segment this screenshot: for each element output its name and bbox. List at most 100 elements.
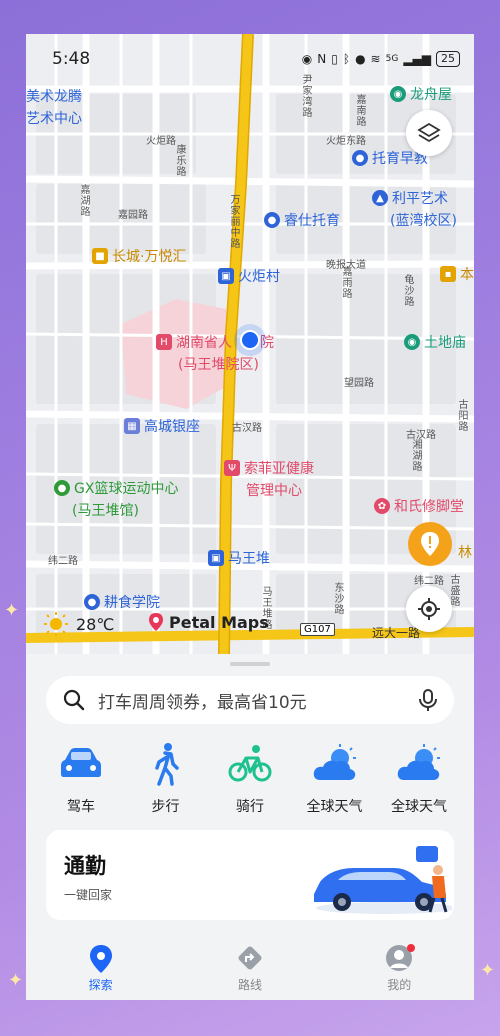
poi-hospital-sub[interactable]: (马王堆院区) [178,354,259,374]
poi-ruishi[interactable]: ● 睿仕托育 [264,210,340,230]
poi-label[interactable]: 艺术中心 [26,108,82,128]
poi-mawangdui[interactable]: ▣ 马王堆 [208,548,270,568]
bus-stop-icon: ▣ [218,268,234,284]
road-label: 嘉湖路 [78,184,89,217]
poi-longzhouwu[interactable]: ◉ 龙舟屋 [390,84,452,104]
poi-ben[interactable]: ▪ 本 [440,264,474,284]
profile-icon [385,944,416,974]
poi-heshi[interactable]: ✿ 和氏修脚堂 [374,496,464,516]
tab-route[interactable]: 路线 [210,944,290,1000]
layers-icon [417,122,441,143]
highway-shield: G107 [300,623,335,636]
poi-tudimiao[interactable]: ◉ 土地庙 [404,332,466,352]
petal-maps-logo-icon [149,613,163,631]
phone-screen: 火炬路 火炬东路 嘉园路 晚报大道 万家丽中路 康乐路 尹家湾路 嘉南路 嘉雨路… [26,34,474,1000]
quick-action-walk[interactable]: 步行 [125,740,207,816]
alert-pin-icon [421,532,439,556]
shopping-bag-icon: ■ [92,248,108,264]
camera-icon: ◉ [404,334,420,350]
signal-icon: ▂▄▆ [403,52,431,66]
brand-name: Petal Maps [169,612,269,632]
road-label: 纬二路 [414,576,444,587]
quick-actions: 驾车 步行 骑行 全球天气 全球天气 [40,740,460,816]
sports-icon: ● [54,480,70,496]
sparkle-decoration-icon: ✦ [8,970,24,991]
commute-card[interactable]: 通勤 一键回家 [46,830,454,920]
poi-liping[interactable]: ▲ 利平艺术 [372,188,448,208]
poi-gengshi[interactable]: ● 耕食学院 [84,592,160,612]
tab-label: 路线 [237,978,262,992]
route-icon [238,946,262,970]
tab-label: 我的 [387,978,412,992]
poi-hospital[interactable]: H 湖南省人 [156,332,232,352]
person-icon: ● [352,150,368,166]
sheet-drag-handle[interactable] [230,662,270,666]
road-label: 东沙路 [332,582,343,615]
poi-lin[interactable]: 林 [458,542,472,562]
poi-suofeiya-sub[interactable]: 管理中心 [246,480,302,500]
notification-dot [407,944,416,952]
road-label: 嘉园路 [118,210,148,221]
spa-icon: ✿ [374,498,390,514]
brand-watermark: Petal Maps [148,612,269,632]
eye-icon: ◉ [301,52,313,66]
vibrate-icon: ▯ [331,52,338,66]
poi-gx-sub[interactable]: (马王堆馆) [72,500,139,520]
quick-action-label: 骑行 [236,799,264,815]
camera-icon: ◉ [390,86,406,102]
bike-icon [226,740,274,788]
road-label: 远大一路 [372,626,421,640]
quick-action-weather[interactable]: 全球天气 [294,740,376,816]
road-label: 龟沙路 [402,274,413,307]
road-label: 古汉路 [232,423,262,434]
walk-icon [142,740,190,788]
poi-hospital-suffix[interactable]: 院 [260,332,274,352]
commute-subtitle: 一键回家 [64,888,113,902]
microphone-icon[interactable] [418,688,438,712]
poi-suofeiya[interactable]: Ψ 索菲亚健康 [224,458,314,478]
building-icon: ▦ [124,418,140,434]
road-label: 纬二路 [48,556,78,567]
quick-action-label: 步行 [151,799,180,815]
poi-gaocheng[interactable]: ▦ 高城银座 [124,416,200,436]
road-label: 湘湖路 [410,439,421,472]
map-layers-button[interactable] [406,110,452,156]
quick-action-label: 驾车 [67,799,95,815]
quick-action-label: 全球天气 [391,799,447,815]
car-icon [57,740,105,788]
weather-widget[interactable]: 28℃ [44,612,114,636]
quick-action-bike[interactable]: 骑行 [209,740,291,816]
commute-title: 通勤 [64,854,106,878]
hospital-icon: H [156,334,172,350]
report-button[interactable] [408,522,452,566]
weather-icon [311,740,359,788]
network-type: 5G [385,54,399,64]
status-bar: 5:48 ◉ N ▯ ᛒ ● ≋ 5G ▂▄▆ 25 [26,34,474,84]
tab-profile[interactable]: 我的 [359,944,439,1000]
sparkle-decoration-icon: ✦ [4,600,20,621]
current-location-marker [240,330,260,350]
road-label: 万家丽中路 [228,194,239,249]
sparkle-decoration-icon: ✦ [480,960,496,981]
road-label: 古阳路 [456,399,467,432]
road-label: 火炬东路 [326,136,366,147]
weather-icon [395,740,443,788]
status-icons: ◉ N ▯ ᛒ ● ≋ 5G ▂▄▆ 25 [302,51,460,67]
poi-changcheng[interactable]: ■ 长城·万悦汇 [92,246,186,266]
person-icon: ● [264,212,280,228]
poi-gx[interactable]: ● GX篮球运动中心 [54,478,178,498]
poi-liping-sub[interactable]: (蓝湾校区) [390,210,457,230]
school-icon: ● [84,594,100,610]
search-bar[interactable]: 打车周周领券，最高省10元 [46,676,454,724]
map-view[interactable]: 火炬路 火炬东路 嘉园路 晚报大道 万家丽中路 康乐路 尹家湾路 嘉南路 嘉雨路… [26,34,474,654]
quick-action-drive[interactable]: 驾车 [40,740,122,816]
wifi-icon: ≋ [370,52,381,66]
poi-label[interactable]: 美术龙腾 [26,86,82,106]
search-input[interactable]: 打车周周领券，最高省10元 [98,688,406,713]
quick-action-weather-2[interactable]: 全球天气 [378,740,460,816]
poi-huojucun[interactable]: ▣ 火炬村 [218,266,280,286]
fork-icon: Ψ [224,460,240,476]
locate-me-button[interactable] [406,586,452,632]
tab-explore[interactable]: 探索 [61,944,141,1000]
road-label: 嘉南路 [354,94,365,127]
